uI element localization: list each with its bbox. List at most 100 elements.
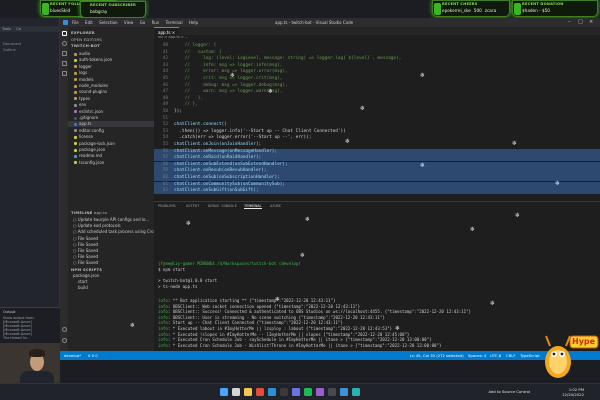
- terminal-icon[interactable]: [328, 388, 336, 396]
- npm-scripts-section[interactable]: NPM SCRIPTS: [71, 267, 102, 272]
- tree-item[interactable]: eslintrc.json: [68, 109, 154, 115]
- branch-status[interactable]: develop*: [64, 353, 81, 358]
- source-control-icon[interactable]: [61, 51, 67, 56]
- problems-status[interactable]: 0 0 0: [88, 353, 98, 358]
- window-title: app.ts - twitch-bot - Visual Studio Code: [275, 20, 354, 25]
- tab-tools[interactable]: Tools: [0, 27, 13, 31]
- search-icon[interactable]: [61, 41, 67, 46]
- explorer-sidebar: EXPLORER OPEN EDITORS TWITCH-BOT audio au…: [68, 27, 154, 351]
- explorer-icon[interactable]: [61, 31, 67, 36]
- code-line: 51: [154, 116, 600, 122]
- menu-file[interactable]: File: [72, 20, 79, 25]
- tree-item[interactable]: logger: [68, 64, 154, 70]
- tree-item[interactable]: auth-tokens.json: [68, 57, 154, 63]
- spotify-icon[interactable]: [304, 388, 312, 396]
- tree-item[interactable]: app.ts: [68, 121, 154, 127]
- timeline-section[interactable]: TIMELINE app.ts: [71, 210, 107, 215]
- edge-icon[interactable]: [352, 388, 360, 396]
- tab-co[interactable]: Co: [14, 27, 23, 31]
- timeline-item[interactable]: ○ File Saved: [68, 242, 154, 248]
- tree-item[interactable]: logs: [68, 70, 154, 76]
- photos-icon[interactable]: [340, 388, 348, 396]
- snowflake-icon: ❄: [512, 140, 518, 147]
- menu-go[interactable]: Go: [140, 20, 146, 25]
- tree-item[interactable]: audio: [68, 51, 154, 57]
- tree-item[interactable]: models: [68, 77, 154, 83]
- webcam-overlay: [0, 343, 60, 383]
- snowflake-icon: ❄: [275, 296, 281, 303]
- code-line: 40 // logger: {: [154, 43, 600, 49]
- discord-icon[interactable]: [292, 388, 300, 396]
- code-line: 49 // },: [154, 102, 600, 108]
- eol-status[interactable]: CRLF: [506, 353, 516, 358]
- file-icon: [74, 148, 77, 152]
- tab-terminal[interactable]: TERMINAL: [244, 204, 262, 209]
- tree-item[interactable]: package-lock.json: [68, 141, 154, 147]
- tree-item[interactable]: editor.config: [68, 128, 154, 134]
- search-icon[interactable]: [232, 388, 240, 396]
- tree-item[interactable]: types: [68, 96, 154, 102]
- log-level: info: [158, 331, 168, 337]
- tab-debug-console[interactable]: DEBUG CONSOLE: [208, 204, 237, 208]
- menu-selection[interactable]: Selection: [99, 20, 117, 25]
- tree-item[interactable]: package.json: [68, 147, 154, 153]
- tab-problems[interactable]: PROBLEMS: [158, 204, 176, 208]
- timeline-item[interactable]: ○ File Saved: [68, 236, 154, 242]
- tree-item[interactable]: env: [68, 102, 154, 108]
- visual-studio-icon[interactable]: [316, 388, 324, 396]
- open-editors-section[interactable]: OPEN EDITORS: [71, 37, 102, 42]
- run-debug-icon[interactable]: [61, 61, 67, 66]
- gear-icon[interactable]: [61, 338, 67, 343]
- tree-item[interactable]: tsconfig.json: [68, 160, 154, 166]
- menu-view[interactable]: View: [124, 20, 134, 25]
- tree-item[interactable]: .gitignore: [68, 115, 154, 121]
- code-text: });: [174, 109, 182, 114]
- project-section[interactable]: TWITCH-BOT: [71, 43, 100, 48]
- recent-donation-banner: RECENT DONATION $haden - $50: [512, 0, 598, 17]
- account-icon[interactable]: [61, 327, 67, 332]
- timeline-item[interactable]: ○ Add scheduled task process using Cro..…: [68, 229, 154, 235]
- tree-item[interactable]: node_modules: [68, 83, 154, 89]
- code-line: 45 // crit: msg => logger.crit(msg),: [154, 76, 600, 82]
- terminal-panel[interactable]: PROBLEMS OUTPUT DEBUG CONSOLE TERMINAL A…: [154, 201, 600, 351]
- close-icon[interactable]: ×: [589, 19, 593, 25]
- extensions-icon[interactable]: [61, 71, 67, 76]
- obs-icon[interactable]: [280, 388, 288, 396]
- tab-azure[interactable]: AZURE: [270, 204, 281, 208]
- log-message: : OBSClient:: Success! Connected & authe…: [167, 309, 472, 315]
- timeline-item[interactable]: ○ Update eod protocols: [68, 223, 154, 229]
- vscode-icon[interactable]: [268, 388, 276, 396]
- code-text: // },: [174, 95, 204, 101]
- minimize-icon[interactable]: –: [568, 19, 571, 25]
- timeline-item[interactable]: ○ Update twurple API configs and lo...: [68, 217, 154, 223]
- snowflake-icon: ❄: [470, 226, 476, 233]
- menu-run[interactable]: Run: [152, 20, 160, 25]
- code-editor[interactable]: 40 // logger: {41 // custom: {42 // log:…: [154, 41, 600, 201]
- menu-help[interactable]: Help: [189, 20, 198, 25]
- tab-app-ts[interactable]: app.ts ×: [154, 27, 180, 35]
- encoding-status[interactable]: UTF-8: [490, 353, 501, 358]
- timeline-item[interactable]: ○ File Saved: [68, 248, 154, 254]
- clock[interactable]: 1:02 PM 12/20/2022: [540, 387, 584, 397]
- npm-script-start[interactable]: start: [68, 279, 154, 285]
- activity-bar: [60, 27, 68, 351]
- terminal-log-line: info: OBSClient:: Web socket connection …: [158, 304, 360, 309]
- indent-status[interactable]: Spaces: 4: [468, 353, 486, 358]
- menu-edit[interactable]: Edit: [85, 20, 93, 25]
- tree-item[interactable]: readme.md: [68, 153, 154, 159]
- maximize-icon[interactable]: □: [578, 19, 583, 25]
- menu-terminal[interactable]: Terminal: [166, 20, 183, 25]
- timeline-item[interactable]: ○ File Saved: [68, 254, 154, 260]
- cursor-position[interactable]: Ln 45, Col 35 (272 selected): [410, 353, 464, 358]
- file-explorer-icon[interactable]: [244, 388, 252, 396]
- npm-package-json[interactable]: package.json: [68, 273, 154, 279]
- windows-start-icon[interactable]: [220, 388, 228, 396]
- timeline-item[interactable]: ○ File Saved: [68, 260, 154, 266]
- tree-item[interactable]: sound-plugins: [68, 89, 154, 95]
- banner-value: bobgray: [90, 9, 108, 14]
- npm-script-build[interactable]: build: [68, 285, 154, 291]
- add-source-control-label[interactable]: Add to Source Control: [470, 389, 530, 394]
- chrome-icon[interactable]: [256, 388, 264, 396]
- tab-output[interactable]: OUTPUT: [186, 204, 199, 208]
- tree-item[interactable]: license: [68, 134, 154, 140]
